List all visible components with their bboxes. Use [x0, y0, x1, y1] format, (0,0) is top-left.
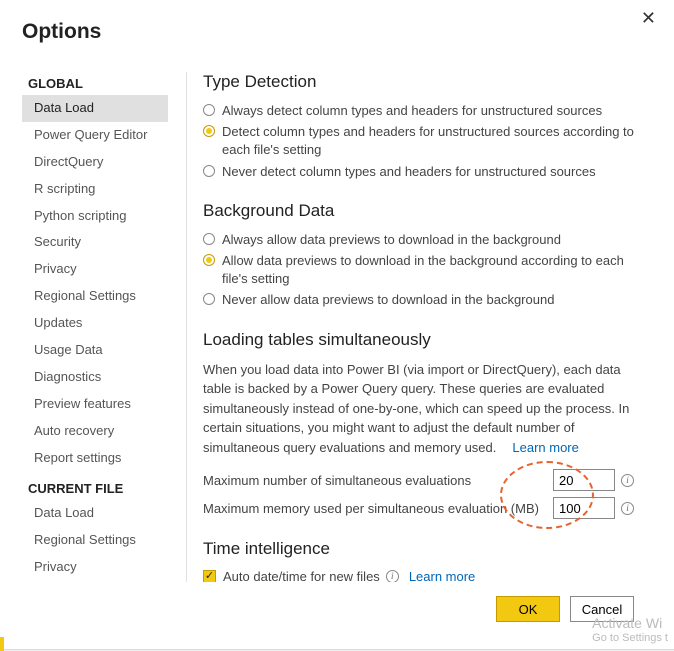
sidebar-item[interactable]: Diagnostics: [22, 364, 168, 391]
radio-icon: [203, 165, 215, 177]
sidebar-item[interactable]: R scripting: [22, 176, 168, 203]
auto-date-time-checkbox[interactable]: ✓: [203, 570, 216, 582]
sidebar-item[interactable]: Privacy: [22, 554, 168, 581]
group-title-type-detection: Type Detection: [203, 72, 634, 92]
sidebar-item[interactable]: Power Query Editor: [22, 122, 168, 149]
field-label: Maximum number of simultaneous evaluatio…: [203, 473, 553, 488]
sidebar-item[interactable]: Security: [22, 229, 168, 256]
cancel-button[interactable]: Cancel: [570, 596, 634, 622]
group-title-time-intelligence: Time intelligence: [203, 539, 634, 559]
accent-stub: [0, 637, 4, 651]
radio-icon: [203, 125, 215, 137]
radio-icon: [203, 254, 215, 266]
sidebar-item[interactable]: Auto recovery: [22, 418, 168, 445]
field-label: Maximum memory used per simultaneous eva…: [203, 501, 553, 516]
radio-label: Never allow data previews to download in…: [222, 291, 634, 309]
sidebar-item[interactable]: Python scripting: [22, 203, 168, 230]
max-evaluations-input[interactable]: [553, 469, 615, 491]
group-title-loading: Loading tables simultaneously: [203, 330, 634, 350]
dialog-title: Options: [22, 20, 652, 44]
loading-description: When you load data into Power BI (via im…: [203, 360, 634, 458]
content-pane: Type Detection Always detect column type…: [193, 72, 652, 582]
sidebar-item[interactable]: Updates: [22, 310, 168, 337]
sidebar-item[interactable]: Report settings: [22, 445, 168, 472]
radio-option[interactable]: Detect column types and headers for unst…: [203, 123, 634, 159]
radio-icon: [203, 293, 215, 305]
sidebar-item[interactable]: Privacy: [22, 256, 168, 283]
ok-button[interactable]: OK: [496, 596, 560, 622]
radio-icon: [203, 233, 215, 245]
sidebar-item[interactable]: Data Load: [22, 500, 168, 527]
radio-label: Never detect column types and headers fo…: [222, 163, 634, 181]
learn-more-link-loading[interactable]: Learn more: [512, 440, 578, 455]
learn-more-link-time-intel[interactable]: Learn more: [409, 569, 475, 582]
radio-label: Allow data previews to download in the b…: [222, 252, 634, 288]
info-icon[interactable]: i: [386, 570, 399, 582]
radio-label: Always allow data previews to download i…: [222, 231, 634, 249]
radio-option[interactable]: Allow data previews to download in the b…: [203, 252, 634, 288]
radio-icon: [203, 104, 215, 116]
group-title-background-data: Background Data: [203, 201, 634, 221]
sidebar-item[interactable]: DirectQuery: [22, 149, 168, 176]
sidebar-item[interactable]: Auto recovery: [22, 581, 168, 582]
radio-option[interactable]: Never allow data previews to download in…: [203, 291, 634, 309]
checkbox-label: Auto date/time for new files: [223, 569, 380, 582]
max-memory-input[interactable]: [553, 497, 615, 519]
sidebar: GLOBALData LoadPower Query EditorDirectQ…: [22, 72, 176, 582]
vertical-divider: [186, 72, 187, 582]
sidebar-item[interactable]: Usage Data: [22, 337, 168, 364]
sidebar-section-header: CURRENT FILE: [22, 477, 168, 500]
radio-option[interactable]: Always allow data previews to download i…: [203, 231, 634, 249]
radio-label: Detect column types and headers for unst…: [222, 123, 634, 159]
radio-option[interactable]: Never detect column types and headers fo…: [203, 163, 634, 181]
sidebar-item[interactable]: Preview features: [22, 391, 168, 418]
sidebar-item[interactable]: Regional Settings: [22, 283, 168, 310]
sidebar-item[interactable]: Regional Settings: [22, 527, 168, 554]
radio-label: Always detect column types and headers f…: [222, 102, 634, 120]
dialog-footer: OK Cancel: [22, 582, 652, 622]
sidebar-section-header: GLOBAL: [22, 72, 168, 95]
field-row-max-evals: Maximum number of simultaneous evaluatio…: [203, 469, 634, 491]
sidebar-item[interactable]: Data Load: [22, 95, 168, 122]
radio-option[interactable]: Always detect column types and headers f…: [203, 102, 634, 120]
field-row-max-memory: Maximum memory used per simultaneous eva…: [203, 497, 634, 519]
close-icon[interactable]: ✕: [641, 8, 656, 29]
info-icon[interactable]: i: [621, 474, 634, 487]
info-icon[interactable]: i: [621, 502, 634, 515]
